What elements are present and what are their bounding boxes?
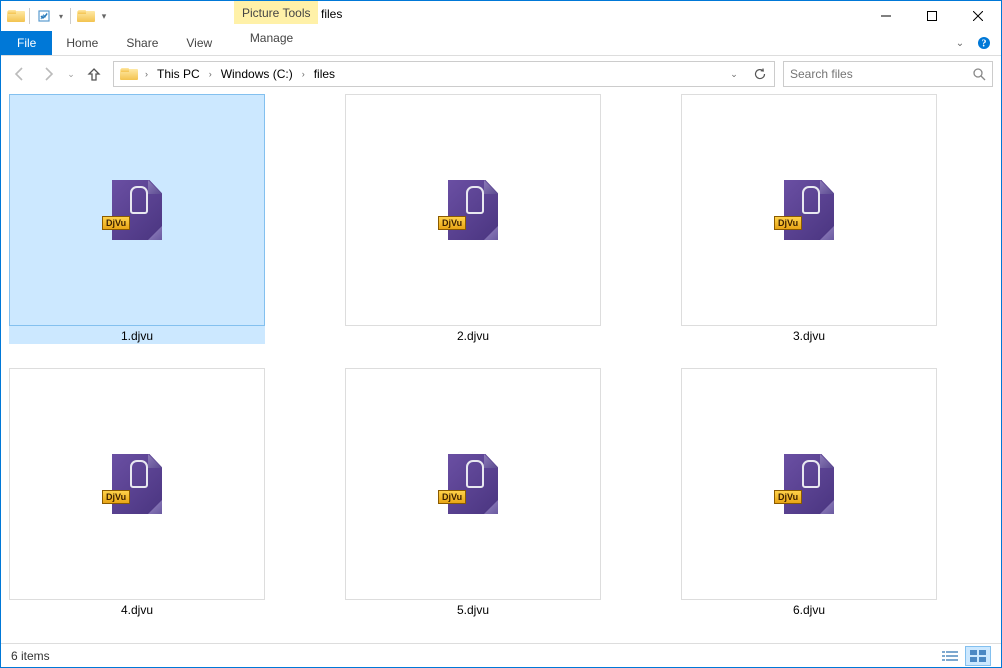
tab-home[interactable]: Home <box>52 31 112 55</box>
tab-manage[interactable]: Manage <box>234 31 309 45</box>
navigation-row: ⌄ › This PC › Windows (C:) › files ⌄ <box>1 56 1001 92</box>
djvu-icon: DjVu <box>784 180 834 240</box>
window-controls <box>863 1 1001 31</box>
svg-text:?: ? <box>982 39 987 50</box>
status-bar: 6 items <box>1 643 1001 667</box>
breadcrumb-segment[interactable]: Windows (C:) <box>217 63 297 85</box>
breadcrumb-text: This PC <box>157 67 200 81</box>
file-thumbnail: DjVu <box>681 368 937 600</box>
file-name: 2.djvu <box>453 328 493 344</box>
chevron-right-icon[interactable]: › <box>206 69 215 79</box>
help-button[interactable]: ? <box>975 34 993 52</box>
file-grid: DjVu 1.djvu DjVu 2.djvu DjVu 3. <box>9 94 993 618</box>
qat-dropdown[interactable]: ▾ <box>56 6 66 26</box>
file-thumbnail: DjVu <box>345 94 601 326</box>
file-view[interactable]: DjVu 1.djvu DjVu 2.djvu DjVu 3. <box>1 92 1001 643</box>
file-name: 3.djvu <box>789 328 829 344</box>
address-dropdown[interactable]: ⌄ <box>722 63 746 85</box>
file-item[interactable]: DjVu 3.djvu <box>681 94 937 344</box>
ribbon-tabs: File Home Share View Manage ⌄ ? <box>1 31 1001 56</box>
djvu-icon: DjVu <box>448 180 498 240</box>
file-item[interactable]: DjVu 4.djvu <box>9 368 265 618</box>
nav-buttons: ⌄ <box>9 63 105 85</box>
separator <box>70 8 71 24</box>
title-bar: ▾ ▾ Picture Tools files <box>1 1 1001 31</box>
djvu-icon: DjVu <box>784 454 834 514</box>
maximize-button[interactable] <box>909 1 955 31</box>
tab-file[interactable]: File <box>1 31 52 55</box>
minimize-button[interactable] <box>863 1 909 31</box>
file-item[interactable]: DjVu 5.djvu <box>345 368 601 618</box>
search-input[interactable] <box>790 67 972 81</box>
window-title: files <box>321 7 342 21</box>
app-icon <box>5 6 25 26</box>
file-name: 4.djvu <box>117 602 157 618</box>
file-name: 6.djvu <box>789 602 829 618</box>
file-item[interactable]: DjVu 1.djvu <box>9 94 265 344</box>
qat-new-folder-button[interactable] <box>75 6 95 26</box>
file-name: 5.djvu <box>453 602 493 618</box>
address-root-icon[interactable] <box>116 63 140 85</box>
file-thumbnail: DjVu <box>345 368 601 600</box>
search-icon[interactable] <box>972 67 986 81</box>
address-bar[interactable]: › This PC › Windows (C:) › files ⌄ <box>113 61 775 87</box>
ribbon-right-controls: ⌄ ? <box>951 31 1001 55</box>
close-button[interactable] <box>955 1 1001 31</box>
separator <box>29 8 30 24</box>
file-thumbnail: DjVu <box>681 94 937 326</box>
breadcrumb-text: Windows (C:) <box>221 67 293 81</box>
details-view-button[interactable] <box>937 646 963 666</box>
quick-access-toolbar: ▾ ▾ <box>1 1 111 31</box>
context-tab-group: Picture Tools <box>234 1 318 24</box>
breadcrumb-segment[interactable]: This PC <box>153 63 204 85</box>
breadcrumb-segment[interactable]: files <box>310 63 339 85</box>
status-count: 6 items <box>11 649 50 663</box>
ribbon-expand-button[interactable]: ⌄ <box>951 34 969 52</box>
file-name: 1.djvu <box>117 328 157 344</box>
djvu-icon: DjVu <box>448 454 498 514</box>
breadcrumb-text: files <box>314 67 335 81</box>
qat-properties-button[interactable] <box>34 6 54 26</box>
recent-dropdown[interactable]: ⌄ <box>65 63 77 85</box>
file-thumbnail: DjVu <box>9 368 265 600</box>
djvu-icon: DjVu <box>112 454 162 514</box>
chevron-right-icon[interactable]: › <box>142 69 151 79</box>
tab-view[interactable]: View <box>172 31 226 55</box>
chevron-right-icon[interactable]: › <box>299 69 308 79</box>
djvu-icon: DjVu <box>112 180 162 240</box>
file-item[interactable]: DjVu 6.djvu <box>681 368 937 618</box>
picture-tools-tab-label: Picture Tools <box>234 1 318 24</box>
tab-share[interactable]: Share <box>112 31 172 55</box>
forward-button[interactable] <box>37 63 59 85</box>
thumbnails-view-button[interactable] <box>965 646 991 666</box>
file-item[interactable]: DjVu 2.djvu <box>345 94 601 344</box>
up-button[interactable] <box>83 63 105 85</box>
back-button[interactable] <box>9 63 31 85</box>
refresh-button[interactable] <box>748 63 772 85</box>
qat-customize-dropdown[interactable]: ▾ <box>97 6 111 26</box>
view-switcher <box>937 646 991 666</box>
file-thumbnail: DjVu <box>9 94 265 326</box>
search-box[interactable] <box>783 61 993 87</box>
